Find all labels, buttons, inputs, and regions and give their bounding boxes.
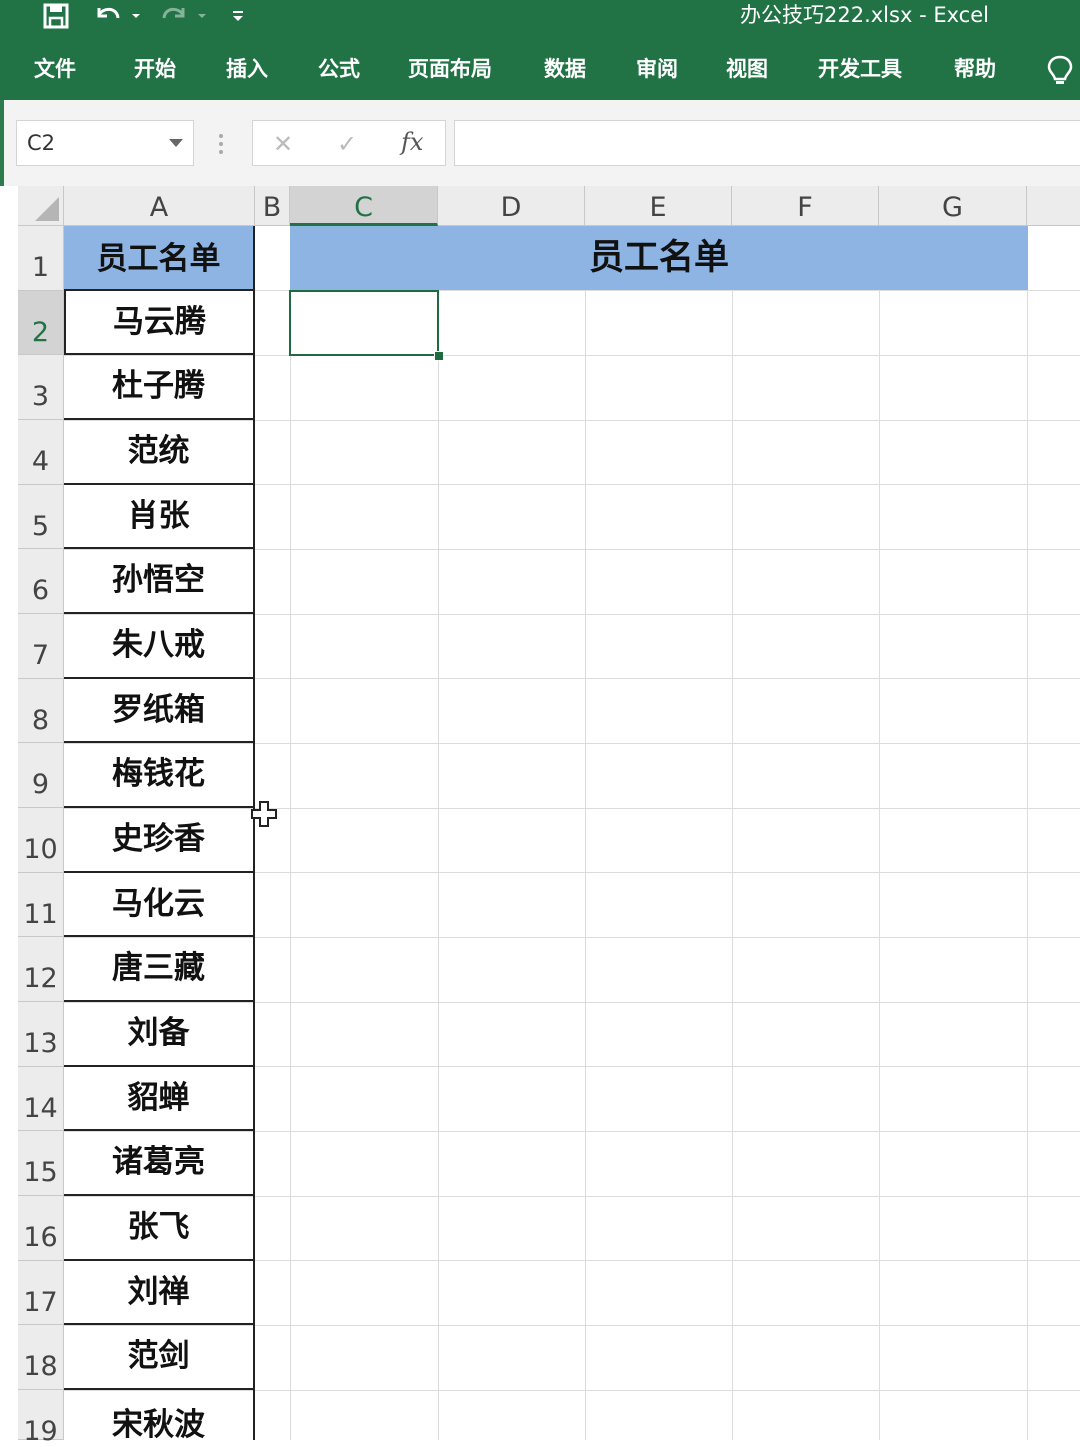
column-header-c[interactable]: C: [290, 186, 438, 226]
row-header-3[interactable]: 3: [18, 355, 64, 420]
tab-page-layout[interactable]: 页面布局: [408, 56, 492, 82]
name-box-value: C2: [27, 131, 56, 155]
row-header-15[interactable]: 15: [18, 1131, 64, 1196]
cell-a7[interactable]: 朱八戒: [64, 614, 255, 679]
formula-buttons: ✕ ✓ fx: [252, 120, 446, 166]
tab-file[interactable]: 文件: [34, 56, 76, 82]
cell-a2[interactable]: 马云腾: [64, 291, 255, 355]
column-header-f[interactable]: F: [732, 186, 879, 226]
chevron-down-icon[interactable]: [169, 139, 183, 147]
formula-input[interactable]: [454, 120, 1080, 166]
cancel-icon[interactable]: ✕: [273, 130, 293, 158]
row-header-16[interactable]: 16: [18, 1196, 64, 1261]
save-icon[interactable]: [38, 0, 74, 32]
redo-icon[interactable]: [156, 0, 192, 32]
tab-review[interactable]: 审阅: [636, 56, 678, 82]
row-header-11[interactable]: 11: [18, 873, 64, 937]
select-all-triangle-icon: [35, 197, 59, 221]
column-header-b[interactable]: B: [255, 186, 290, 226]
column-header-d[interactable]: D: [438, 186, 585, 226]
enter-icon[interactable]: ✓: [337, 130, 357, 158]
cell-a18[interactable]: 范剑: [64, 1325, 255, 1390]
fill-handle[interactable]: [434, 351, 444, 361]
tab-formulas[interactable]: 公式: [318, 56, 360, 82]
cell-a16[interactable]: 张飞: [64, 1196, 255, 1261]
redo-dropdown-icon[interactable]: [194, 0, 210, 32]
cell-a11[interactable]: 马化云: [64, 873, 255, 937]
gridline: [585, 226, 586, 1440]
row-header-10[interactable]: 10: [18, 808, 64, 873]
cell-a3[interactable]: 杜子腾: [64, 355, 255, 420]
spreadsheet-grid[interactable]: A B C D E F G 1 2 3 4 5 6 7 8 9 10 11 12…: [0, 186, 1080, 1447]
gridline: [879, 226, 880, 1440]
tab-help[interactable]: 帮助: [954, 56, 996, 82]
cell-a1-header[interactable]: 员工名单: [64, 226, 255, 291]
column-header-a[interactable]: A: [64, 186, 255, 226]
column-header-h[interactable]: [1027, 186, 1080, 226]
row-header-14[interactable]: 14: [18, 1067, 64, 1131]
cell-a12[interactable]: 唐三藏: [64, 937, 255, 1002]
row-header-18[interactable]: 18: [18, 1325, 64, 1390]
cell-a19[interactable]: 宋秋波: [64, 1390, 255, 1440]
more-options-icon[interactable]: [218, 132, 224, 156]
undo-icon[interactable]: [90, 0, 126, 32]
customize-toolbar-icon[interactable]: [226, 0, 250, 32]
formula-bar-area: C2 ✕ ✓ fx: [0, 100, 1080, 186]
row-header-13[interactable]: 13: [18, 1002, 64, 1067]
cell-a5[interactable]: 肖张: [64, 485, 255, 549]
row-header-19[interactable]: 19: [18, 1390, 64, 1447]
gridline: [290, 226, 291, 1440]
insert-function-icon[interactable]: fx: [401, 128, 423, 156]
ribbon-tabs: 文件 开始 插入 公式 页面布局 数据 审阅 视图 开发工具 帮助: [0, 36, 1080, 100]
select-all-button[interactable]: [18, 186, 64, 226]
name-box[interactable]: C2: [16, 120, 194, 166]
row-header-9[interactable]: 9: [18, 743, 64, 808]
row-header-12[interactable]: 12: [18, 937, 64, 1002]
row-header-1[interactable]: 1: [18, 226, 64, 291]
tab-data[interactable]: 数据: [544, 56, 586, 82]
row-header-8[interactable]: 8: [18, 679, 64, 743]
tab-insert[interactable]: 插入: [226, 56, 268, 82]
cell-a10[interactable]: 史珍香: [64, 808, 255, 873]
gridline: [732, 226, 733, 1440]
lightbulb-icon[interactable]: [1046, 54, 1074, 88]
gridline: [1027, 226, 1028, 1440]
undo-dropdown-icon[interactable]: [128, 0, 144, 32]
cell-a8[interactable]: 罗纸箱: [64, 679, 255, 743]
gridline: [438, 226, 439, 1440]
column-header-e[interactable]: E: [585, 186, 732, 226]
row-header-17[interactable]: 17: [18, 1261, 64, 1325]
row-header-4[interactable]: 4: [18, 420, 64, 485]
cell-a9[interactable]: 梅钱花: [64, 743, 255, 808]
row-header-6[interactable]: 6: [18, 549, 64, 614]
cell-a14[interactable]: 貂蝉: [64, 1067, 255, 1131]
row-header-7[interactable]: 7: [18, 614, 64, 679]
active-cell-c2[interactable]: [289, 290, 439, 356]
row-header-5[interactable]: 5: [18, 485, 64, 549]
column-header-g[interactable]: G: [879, 186, 1027, 226]
cell-a6[interactable]: 孙悟空: [64, 549, 255, 614]
tab-view[interactable]: 视图: [726, 56, 768, 82]
tab-developer[interactable]: 开发工具: [818, 56, 902, 82]
cursor-cross-icon: [250, 800, 278, 828]
cell-a13[interactable]: 刘备: [64, 1002, 255, 1067]
cell-a17[interactable]: 刘禅: [64, 1261, 255, 1325]
title-bar: 办公技巧222.xlsx - Excel: [0, 0, 1080, 36]
cell-a15[interactable]: 诸葛亮: [64, 1131, 255, 1196]
cell-a4[interactable]: 范统: [64, 420, 255, 485]
document-title: 办公技巧222.xlsx - Excel: [740, 3, 989, 27]
row-header-2[interactable]: 2: [18, 291, 64, 355]
merged-title-cell[interactable]: 员工名单: [290, 226, 1028, 290]
tab-home[interactable]: 开始: [134, 56, 176, 82]
